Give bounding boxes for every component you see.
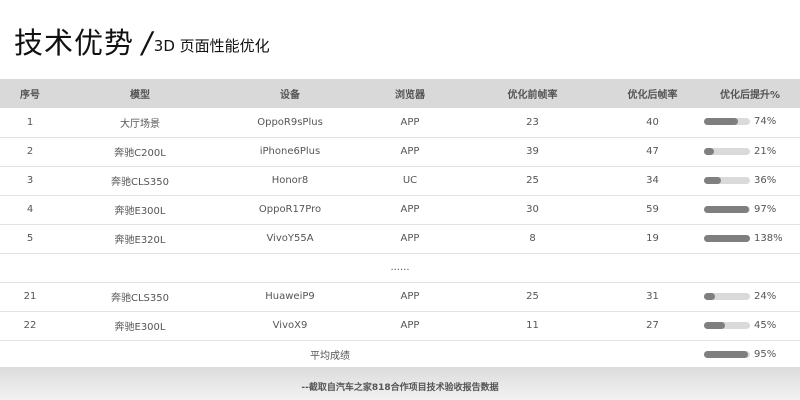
cell-index: 5 (0, 224, 60, 254)
cell-model: 奔驰E300L (60, 311, 220, 341)
cell-index: 4 (0, 195, 60, 225)
gain-bar: 45% (704, 320, 776, 331)
progress-fill (704, 234, 750, 242)
average-gain-value: 95% (754, 348, 777, 360)
cell-fps-before: 11 (460, 311, 605, 341)
cell-browser: APP (360, 195, 460, 225)
table-row: 21 奔驰CLS350 HuaweiP9 APP 25 31 24% (0, 282, 800, 312)
gain-value: 24% (754, 290, 777, 302)
table-row: 22 奔驰E300L VivoX9 APP 11 27 45% (0, 311, 800, 341)
footer-source-note: --截取自汽车之家818合作项目技术验收报告数据 (301, 383, 499, 393)
progress-fill (704, 118, 739, 126)
page-subtitle: 3D 页面性能优化 (153, 37, 270, 55)
cell-fps-after: 40 (605, 108, 700, 138)
column-header-model: 模型 (60, 79, 220, 108)
cell-fps-before: 25 (460, 282, 605, 312)
cell-fps-after: 47 (605, 137, 700, 167)
progress-track (704, 350, 750, 358)
cell-device: Honor8 (220, 166, 360, 196)
cell-index: 3 (0, 166, 60, 196)
cell-fps-after: 34 (605, 166, 700, 196)
gain-value: 97% (754, 203, 777, 215)
gain-value: 138% (754, 232, 783, 244)
cell-fps-before: 8 (460, 224, 605, 254)
cell-fps-before: 30 (460, 195, 605, 225)
column-header-fps-before: 优化前帧率 (460, 79, 605, 108)
column-header-gain: 优化后提升% (700, 79, 800, 108)
cell-model: 奔驰CLS350 (60, 166, 220, 196)
gain-value: 21% (754, 145, 777, 157)
column-header-device: 设备 (220, 79, 360, 108)
cell-device: iPhone6Plus (220, 137, 360, 167)
cell-device: OppoR17Pro (220, 195, 360, 225)
cell-device: VivoX9 (220, 311, 360, 341)
cell-index: 1 (0, 108, 60, 138)
progress-track (704, 118, 750, 126)
cell-browser: APP (360, 311, 460, 341)
progress-fill (704, 321, 725, 329)
cell-browser: APP (360, 224, 460, 254)
cell-browser: APP (360, 282, 460, 312)
cell-index: 22 (0, 311, 60, 341)
cell-fps-after: 19 (605, 224, 700, 254)
progress-track (704, 147, 750, 155)
progress-track (704, 234, 750, 242)
progress-fill (704, 350, 748, 358)
progress-fill (704, 205, 749, 213)
gain-value: 74% (754, 116, 777, 128)
progress-fill (704, 292, 716, 300)
cell-model: 大厅场景 (60, 108, 220, 138)
gain-bar: 97% (704, 204, 776, 215)
title-separator: / (142, 26, 152, 60)
gain-bar: 36% (704, 175, 776, 186)
progress-track (704, 292, 750, 300)
table-row: 2 奔驰C200L iPhone6Plus APP 39 47 21% (0, 137, 800, 167)
cell-model: 奔驰E300L (60, 195, 220, 225)
cell-device: OppoR9sPlus (220, 108, 360, 138)
gain-bar: 21% (704, 146, 776, 157)
page-heading: 技术优势 / 3D 页面性能优化 (14, 20, 270, 60)
cell-fps-before: 23 (460, 108, 605, 138)
cell-browser: APP (360, 108, 460, 138)
cell-fps-before: 39 (460, 137, 605, 167)
table-ellipsis-row: ...... (0, 253, 800, 283)
cell-model: 奔驰CLS350 (60, 282, 220, 312)
table-header-row: 序号 模型 设备 浏览器 优化前帧率 优化后帧率 优化后提升% (0, 79, 800, 108)
average-row: 平均成绩 95% (0, 340, 800, 369)
cell-fps-after: 31 (605, 282, 700, 312)
page-title: 技术优势 (14, 26, 135, 60)
average-label: 平均成绩 (310, 351, 350, 363)
table-row: 1 大厅场景 OppoR9sPlus APP 23 40 74% (0, 108, 800, 138)
cell-browser: APP (360, 137, 460, 167)
column-header-fps-after: 优化后帧率 (605, 79, 700, 108)
table-row: 3 奔驰CLS350 Honor8 UC 25 34 36% (0, 166, 800, 196)
column-header-index: 序号 (0, 79, 60, 108)
progress-fill (704, 147, 714, 155)
gain-value: 45% (754, 319, 777, 331)
cell-browser: UC (360, 166, 460, 196)
average-gain-bar: 95% (704, 349, 776, 360)
cell-device: VivoY55A (220, 224, 360, 254)
gain-bar: 24% (704, 291, 776, 302)
cell-fps-after: 59 (605, 195, 700, 225)
cell-index: 2 (0, 137, 60, 167)
progress-track (704, 321, 750, 329)
gain-value: 36% (754, 174, 777, 186)
column-header-browser: 浏览器 (360, 79, 460, 108)
progress-fill (704, 176, 721, 184)
gain-bar: 74% (704, 116, 776, 127)
table-row: 4 奔驰E300L OppoR17Pro APP 30 59 97% (0, 195, 800, 225)
cell-device: HuaweiP9 (220, 282, 360, 312)
cell-model: 奔驰C200L (60, 137, 220, 167)
progress-track (704, 205, 750, 213)
performance-table: 序号 模型 设备 浏览器 优化前帧率 优化后帧率 优化后提升% 1 大厅场景 Opp… (0, 79, 800, 369)
cell-fps-after: 27 (605, 311, 700, 341)
cell-fps-before: 25 (460, 166, 605, 196)
progress-track (704, 176, 750, 184)
table-row: 5 奔驰E320L VivoY55A APP 8 19 138% (0, 224, 800, 254)
gain-bar: 138% (704, 233, 783, 244)
cell-index: 21 (0, 282, 60, 312)
cell-model: 奔驰E320L (60, 224, 220, 254)
ellipsis-text: ...... (0, 253, 800, 283)
